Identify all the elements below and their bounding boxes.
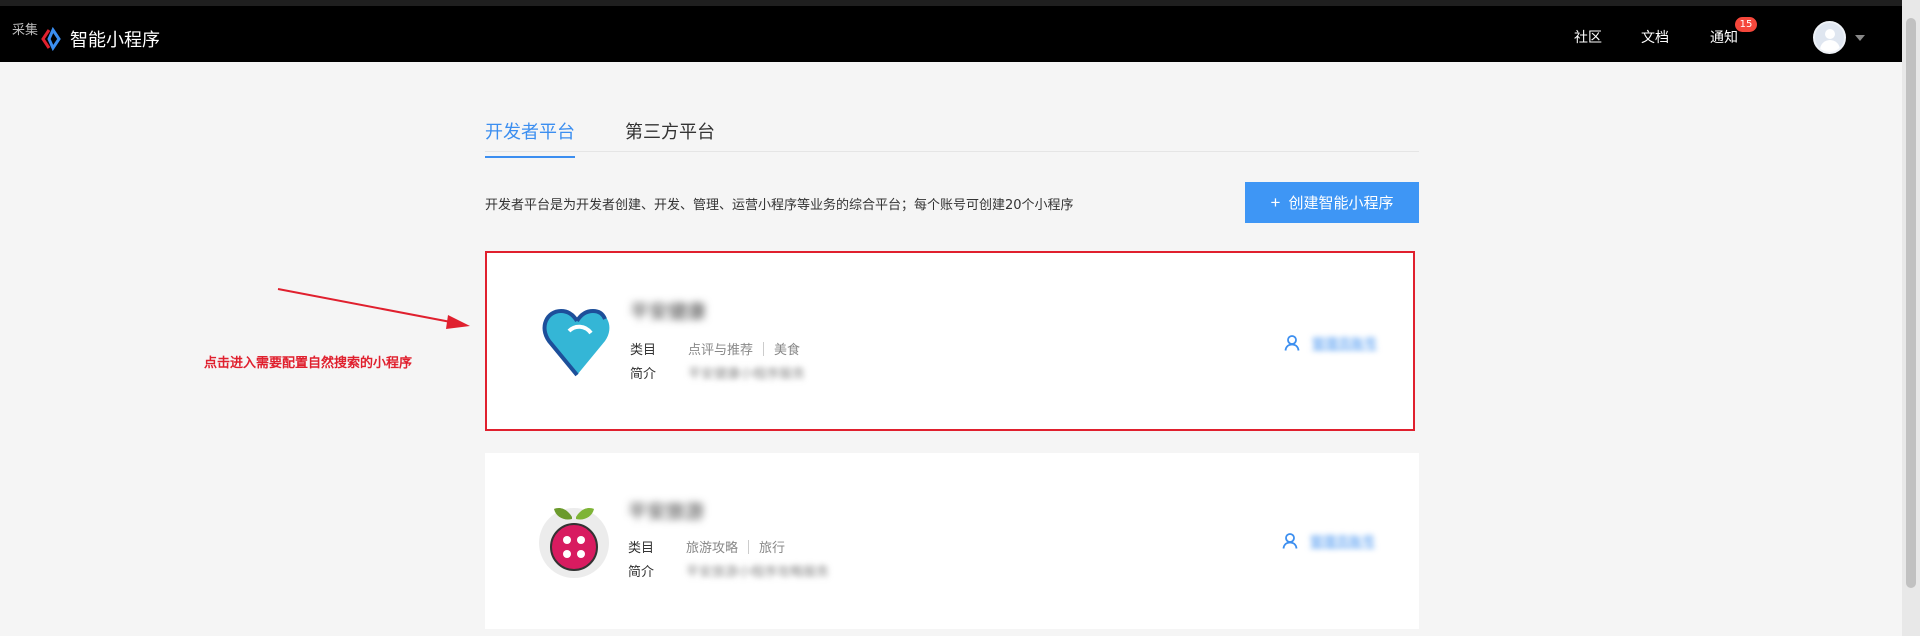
owner-info[interactable]: 管理员账号 — [1282, 531, 1375, 550]
divider — [763, 341, 765, 356]
category-label: 类目 — [630, 343, 657, 358]
owner-name[interactable]: 管理员账号 — [1310, 531, 1375, 550]
intro-row: 简介 平安健康小程序服务 — [630, 363, 805, 382]
category-label: 类目 — [628, 541, 655, 556]
strawberry-logo-icon — [539, 507, 609, 578]
chevron-down-icon[interactable] — [1855, 35, 1865, 41]
mini-program-card[interactable]: 平安健康 类目 点评与推荐 美食 简介 平安健康小程序服务 管理员账号 — [485, 251, 1415, 431]
nav-docs[interactable]: 文档 — [1641, 27, 1669, 47]
scrollbar-thumb[interactable] — [1906, 18, 1916, 588]
create-button-label: 创建智能小程序 — [1288, 195, 1394, 212]
category-secondary: 美食 — [774, 343, 801, 358]
intro-text: 平安健康小程序服务 — [688, 367, 806, 382]
category-row: 类目 旅游攻略 旅行 — [628, 537, 785, 556]
user-icon — [1284, 334, 1300, 351]
avatar-head — [1825, 29, 1835, 39]
avatar[interactable] — [1813, 21, 1846, 54]
avatar-body — [1820, 40, 1840, 52]
intro-label: 简介 — [628, 565, 655, 580]
platform-description: 开发者平台是为开发者创建、开发、管理、运营小程序等业务的综合平台；每个账号可创建… — [485, 198, 1074, 213]
annotation-text: 点击进入需要配置自然搜索的小程序 — [204, 356, 413, 371]
category-primary: 点评与推荐 — [688, 343, 754, 358]
nav-notifications-label: 通知 — [1710, 30, 1738, 46]
category-row: 类目 点评与推荐 美食 — [630, 339, 800, 358]
notification-badge: 15 — [1735, 17, 1757, 32]
divider — [748, 539, 750, 554]
mini-program-name[interactable]: 平安旅游 — [628, 497, 704, 524]
mini-program-name[interactable]: 平安健康 — [630, 297, 706, 324]
intro-text: 平安旅游小程序攻略服务 — [686, 565, 830, 580]
app-logo[interactable]: 智能小程序 — [40, 26, 160, 52]
owner-name[interactable]: 管理员账号 — [1312, 333, 1377, 352]
plus-icon: + — [1270, 192, 1281, 212]
tab-developer-platform[interactable]: 开发者平台 — [485, 118, 575, 158]
scrollbar[interactable] — [1902, 0, 1920, 636]
mini-program-card[interactable]: 平安旅游 类目 旅游攻略 旅行 简介 平安旅游小程序攻略服务 管理员账号 — [485, 453, 1419, 629]
nav-notifications[interactable]: 通知 15 — [1710, 17, 1757, 47]
platform-tabs: 开发者平台 第三方平台 — [485, 112, 1419, 158]
heart-logo-icon — [542, 308, 610, 377]
tab-third-party-platform[interactable]: 第三方平台 — [625, 118, 715, 156]
user-icon — [1282, 532, 1298, 549]
category-secondary: 旅行 — [759, 541, 786, 556]
nav-community[interactable]: 社区 — [1574, 27, 1602, 47]
annotation-arrow-icon — [277, 288, 470, 329]
create-mini-program-button[interactable]: + 创建智能小程序 — [1245, 182, 1419, 223]
intro-row: 简介 平安旅游小程序攻略服务 — [628, 561, 829, 580]
category-primary: 旅游攻略 — [686, 541, 739, 556]
collect-tag[interactable]: 采集 — [12, 19, 38, 38]
logo-icon — [41, 27, 61, 51]
owner-info[interactable]: 管理员账号 — [1284, 333, 1377, 352]
app-title: 智能小程序 — [70, 30, 160, 51]
top-navbar: 采集 智能小程序 社区 文档 通知 15 — [0, 0, 1902, 62]
intro-label: 简介 — [630, 367, 657, 382]
